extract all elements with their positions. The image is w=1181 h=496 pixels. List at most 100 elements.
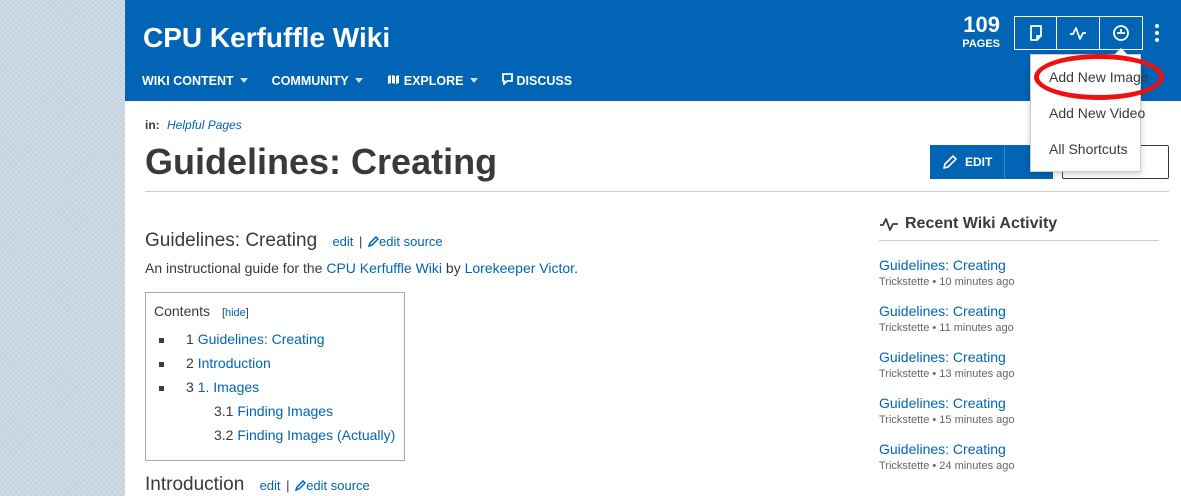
wiki-link[interactable]: CPU Kerfuffle Wiki <box>326 260 442 276</box>
activity-meta: Trickstette • 13 minutes ago <box>879 368 1015 380</box>
toc-link[interactable]: Guidelines: Creating <box>198 331 325 347</box>
add-page-button[interactable] <box>1014 16 1057 50</box>
section-heading-introduction: Introduction edit | edit source <box>145 474 370 496</box>
toc-title: Contents <box>154 303 211 319</box>
nav-label: WIKI CONTENT <box>142 73 234 88</box>
pencil-icon <box>367 235 380 248</box>
recent-activity-icon <box>1070 27 1086 40</box>
section-edit-source-link[interactable]: edit source <box>367 234 443 249</box>
caret-down-icon <box>239 78 248 83</box>
nav-wiki-content[interactable]: WIKI CONTENT <box>142 73 248 88</box>
toc-link[interactable]: 1. Images <box>198 379 259 395</box>
wiki-nav: WIKI CONTENT COMMUNITY EXPLORE DISCUSS <box>142 73 596 88</box>
section-edit-links: edit | edit source <box>332 234 442 249</box>
section-heading-guidelines: Guidelines: Creating edit | edit source <box>145 230 443 252</box>
edit-source-label: edit source <box>379 234 443 249</box>
pages-counter[interactable]: 109 PAGES <box>955 12 1000 51</box>
pages-count-number: 109 <box>963 12 1000 37</box>
pencil-icon <box>943 155 957 169</box>
wiki-title[interactable]: CPU Kerfuffle Wiki <box>143 22 390 54</box>
section-edit-links: edit | edit source <box>260 478 370 493</box>
activity-item: Guidelines: Creating Trickstette • 10 mi… <box>879 257 1015 290</box>
more-options-icon <box>1154 24 1159 42</box>
toc-number: 3 <box>186 379 194 395</box>
toc-item: 3.2 Finding Images (Actually) <box>214 427 395 443</box>
intro-suffix: . <box>574 260 578 276</box>
toc-number: 2 <box>186 355 194 371</box>
rail-divider <box>879 240 1159 241</box>
list-bullet <box>159 362 164 367</box>
toc-hide-toggle: [hide] <box>222 307 249 319</box>
more-options-button[interactable] <box>1143 16 1170 50</box>
edit-source-label: edit source <box>306 478 370 493</box>
title-divider <box>145 191 1169 192</box>
activity-meta: Trickstette • 15 minutes ago <box>879 414 1015 426</box>
caret-down-icon <box>354 78 363 83</box>
section-title: Guidelines: Creating <box>145 230 318 251</box>
toc-item: 2 Introduction <box>186 355 271 371</box>
rail-heading-label: Recent Wiki Activity <box>905 215 1058 232</box>
list-bullet <box>159 386 164 391</box>
add-page-icon <box>1029 25 1042 41</box>
activity-item: Guidelines: Creating Trickstette • 11 mi… <box>879 303 1014 336</box>
activity-meta: Trickstette • 10 minutes ago <box>879 276 1015 288</box>
activity-meta: Trickstette • 24 minutes ago <box>879 460 1015 472</box>
menu-item-all-shortcuts[interactable]: All Shortcuts <box>1031 131 1140 167</box>
activity-link[interactable]: Guidelines: Creating <box>879 257 1015 274</box>
discuss-icon <box>501 73 513 88</box>
toc-number: 1 <box>186 331 194 347</box>
toc-link[interactable]: Finding Images <box>237 403 333 419</box>
bracket-close: ] <box>245 307 249 319</box>
author-link[interactable]: Lorekeeper Victor <box>465 260 574 276</box>
page-title: Guidelines: Creating <box>145 141 498 182</box>
breadcrumb-link[interactable]: Helpful Pages <box>167 118 242 132</box>
recent-activity-heading: Recent Wiki Activity <box>879 215 1057 233</box>
toc-header: Contents [hide] <box>154 303 396 319</box>
edit-button[interactable]: EDIT <box>930 145 1005 179</box>
toc-number: 3.1 <box>214 403 234 419</box>
menu-item-add-new-video[interactable]: Add New Video <box>1031 95 1145 131</box>
activity-link[interactable]: Guidelines: Creating <box>879 395 1015 412</box>
nav-explore[interactable]: EXPLORE <box>387 73 478 88</box>
wiki-tools <box>1014 16 1170 50</box>
section-edit-link[interactable]: edit <box>260 478 281 493</box>
table-of-contents: Contents [hide] 1 Guidelines: Creating 2… <box>145 292 405 461</box>
nav-label: COMMUNITY <box>271 73 349 88</box>
nav-label: DISCUSS <box>516 73 573 88</box>
activity-item: Guidelines: Creating Trickstette • 24 mi… <box>879 441 1015 474</box>
activity-icon <box>880 218 898 231</box>
pages-count-label: PAGES <box>962 38 1000 50</box>
activity-item: Guidelines: Creating Trickstette • 13 mi… <box>879 349 1015 382</box>
toc-link[interactable]: Introduction <box>198 355 271 371</box>
edit-label: EDIT <box>965 155 993 169</box>
activity-meta: Trickstette • 11 minutes ago <box>879 322 1014 334</box>
section-title: Introduction <box>145 474 245 495</box>
wiki-discovery-icon <box>1113 25 1129 41</box>
caret-down-icon <box>469 78 478 83</box>
pencil-icon <box>295 479 307 492</box>
separator: | <box>359 234 363 249</box>
nav-label: EXPLORE <box>403 73 464 88</box>
breadcrumb: in: Helpful Pages <box>145 118 242 132</box>
nav-community[interactable]: COMMUNITY <box>272 73 363 88</box>
wiki-discovery-button[interactable] <box>1100 16 1143 50</box>
activity-item: Guidelines: Creating Trickstette • 15 mi… <box>879 395 1015 428</box>
activity-link[interactable]: Guidelines: Creating <box>879 441 1015 458</box>
recent-activity-button[interactable] <box>1057 16 1100 50</box>
activity-link[interactable]: Guidelines: Creating <box>879 303 1014 320</box>
activity-link[interactable]: Guidelines: Creating <box>879 349 1015 366</box>
intro-paragraph: An instructional guide for the CPU Kerfu… <box>145 260 578 276</box>
explore-icon <box>387 74 400 88</box>
intro-prefix: An instructional guide for the <box>145 260 327 276</box>
toc-number: 3.2 <box>214 427 234 443</box>
nav-discuss[interactable]: DISCUSS <box>501 73 573 88</box>
separator: | <box>286 478 290 493</box>
global-header: CPU Kerfuffle Wiki WIKI CONTENT COMMUNIT… <box>125 0 1181 101</box>
section-edit-link[interactable]: edit <box>332 234 353 249</box>
breadcrumb-label: in: <box>145 118 160 132</box>
section-edit-source-link[interactable]: edit source <box>295 478 370 493</box>
toc-hide-link[interactable]: hide <box>225 307 246 319</box>
toc-item: 3.1 Finding Images <box>214 403 333 419</box>
toc-link[interactable]: Finding Images (Actually) <box>237 427 395 443</box>
toc-item: 1 Guidelines: Creating <box>186 331 325 347</box>
